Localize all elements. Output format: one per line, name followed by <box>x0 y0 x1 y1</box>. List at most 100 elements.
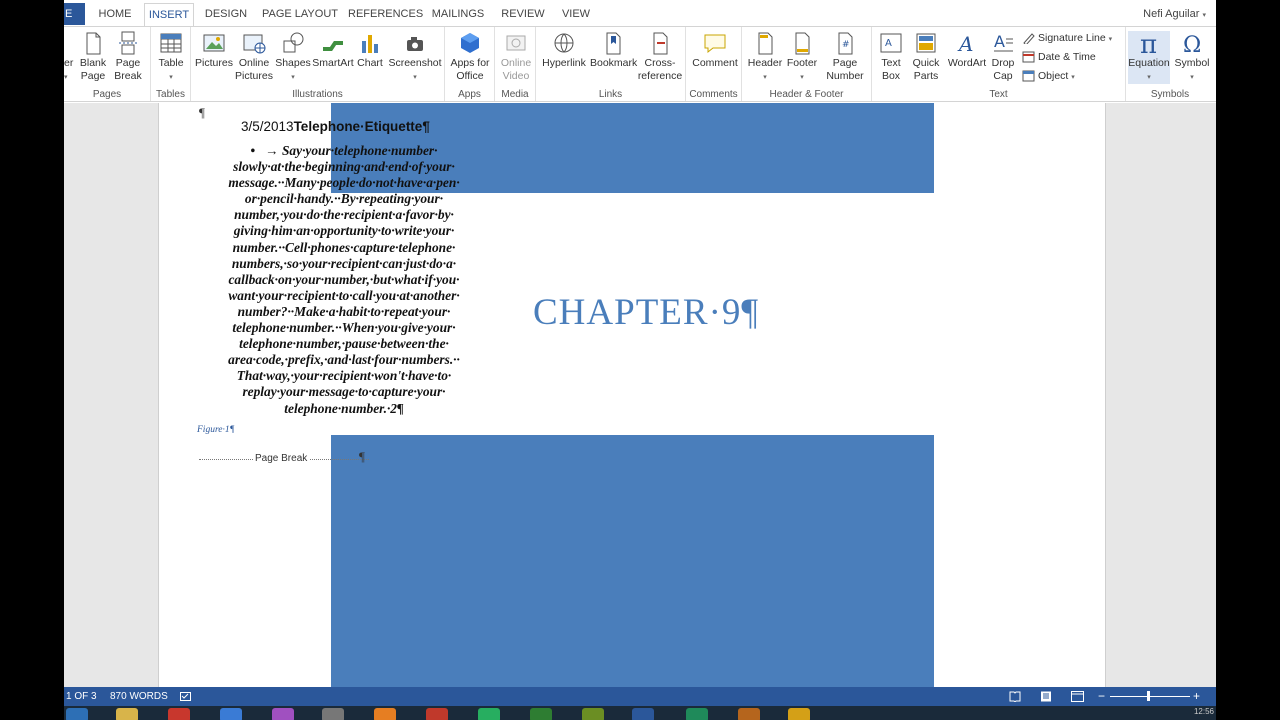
proofing-icon[interactable] <box>180 692 191 701</box>
web-layout-icon[interactable] <box>1071 691 1084 702</box>
read-mode-icon[interactable] <box>1009 691 1021 702</box>
group-label-illustrations: Illustrations <box>292 89 343 100</box>
zoom-slider-thumb[interactable] <box>1147 691 1150 701</box>
group-links: Hyperlink Bookmark Cross- reference Link… <box>536 27 686 101</box>
wordart-button[interactable]: A WordArt <box>946 31 988 70</box>
dreamweaver-taskbar-icon[interactable] <box>530 708 552 720</box>
tab-file[interactable]: E <box>64 3 85 25</box>
bullet-line: number?··Make·a·habit·to·repeat·your· <box>237 303 451 319</box>
blank-page-button[interactable]: Blank Page <box>78 31 108 83</box>
text-box-button[interactable]: A Text Box <box>876 31 906 83</box>
document-page[interactable]: ¶ 3/5/2013Telephone·Etiquette¶ • → Say·y… <box>158 103 1106 687</box>
apps-for-office-icon <box>461 33 479 53</box>
bullet-line: number.··Cell·phones·capture·telephone· <box>232 239 456 255</box>
page-break-marker: Page Break <box>199 453 369 465</box>
object-button[interactable]: Object ▾ <box>1022 67 1075 85</box>
tab-references[interactable]: REFERENCES <box>348 3 423 27</box>
date-time-button[interactable]: Date & Time <box>1022 48 1096 66</box>
app-taskbar-icon[interactable] <box>788 708 810 720</box>
tab-insert[interactable]: INSERT <box>144 3 194 27</box>
tab-design[interactable]: DESIGN <box>202 3 250 27</box>
group-label-symbols: Symbols <box>1150 89 1190 100</box>
word-count[interactable]: 870 WORDS <box>110 687 168 706</box>
tab-home[interactable]: HOME <box>92 3 138 27</box>
app-taskbar-icon[interactable] <box>322 708 344 720</box>
group-symbols: π Equation ▾ Ω Symbol ▾ Symbols <box>1126 27 1214 101</box>
apps-for-office-button[interactable]: Apps for Office <box>448 31 492 83</box>
equation-button[interactable]: π Equation ▾ <box>1128 31 1170 84</box>
app-taskbar-icon[interactable] <box>272 708 294 720</box>
online-video-button[interactable]: Online Video <box>497 31 535 83</box>
header-button[interactable]: Header ▾ <box>746 31 784 84</box>
quick-parts-button[interactable]: Quick Parts <box>908 31 944 83</box>
fireworks-taskbar-icon[interactable] <box>582 708 604 720</box>
status-bar: 1 OF 3 870 WORDS − + <box>64 687 1216 706</box>
page-break-paragraph-mark: ¶ <box>359 449 365 464</box>
user-name[interactable]: Nefi Aguilar ▾ <box>1143 3 1206 27</box>
bullet-line: want·your·recipient·to·call·you·at·anoth… <box>228 287 460 303</box>
tab-review[interactable]: REVIEW <box>496 3 550 27</box>
pictures-button[interactable]: Pictures <box>195 31 233 70</box>
tab-mailings[interactable]: MAILINGS <box>430 3 486 27</box>
zoom-in-icon[interactable]: + <box>1193 687 1200 706</box>
app-taskbar-icon[interactable] <box>220 708 242 720</box>
word-window: E HOME INSERT DESIGN PAGE LAYOUT REFEREN… <box>64 0 1216 706</box>
chart-button[interactable]: Chart <box>355 31 385 70</box>
table-button[interactable]: Table ▾ <box>155 31 187 84</box>
page-break-icon <box>119 31 137 55</box>
footer-button[interactable]: Footer ▾ <box>784 31 820 84</box>
group-text: A Text Box Quick Parts A WordArt A Drop … <box>872 27 1126 101</box>
zoom-out-icon[interactable]: − <box>1098 687 1105 706</box>
figure-caption[interactable]: Figure·1¶ <box>197 425 235 435</box>
captivate-taskbar-icon[interactable] <box>686 708 708 720</box>
online-pictures-button[interactable]: Online Pictures <box>235 31 273 83</box>
word-taskbar-icon[interactable] <box>632 708 654 720</box>
smartart-button[interactable]: SmartArt <box>311 31 355 70</box>
signature-line-button[interactable]: Signature Line ▾ <box>1022 29 1112 47</box>
group-pages: er ▾ Blank Page Page Break Pages <box>64 27 151 101</box>
page-number-button[interactable]: # Page Number <box>822 31 868 83</box>
firefox-taskbar-icon[interactable] <box>374 708 396 720</box>
tab-page-layout[interactable]: PAGE LAYOUT <box>260 3 340 27</box>
bookmark-button[interactable]: Bookmark <box>590 31 637 70</box>
page-break-button[interactable]: Page Break <box>112 31 144 83</box>
screenshot-button[interactable]: Screenshot ▾ <box>387 31 443 84</box>
comment-button[interactable]: Comment <box>689 31 741 70</box>
acrobat-taskbar-icon[interactable] <box>426 708 448 720</box>
explorer-taskbar-icon[interactable] <box>116 708 138 720</box>
screen-border-right <box>1216 0 1280 720</box>
app-taskbar-icon[interactable] <box>478 708 500 720</box>
bullet-line: giving·him·an·opportunity·to·write·your· <box>233 223 455 239</box>
document-heading[interactable]: 3/5/2013Telephone·Etiquette¶ <box>241 119 430 134</box>
zoom-slider-track[interactable] <box>1110 696 1190 697</box>
ie-taskbar-icon[interactable] <box>66 708 88 720</box>
comment-icon <box>704 34 726 54</box>
bullet-paragraph[interactable]: • → Say·your·telephone·number· slowly·at… <box>195 143 493 417</box>
print-layout-icon[interactable] <box>1040 691 1052 702</box>
document-area[interactable]: ¶ 3/5/2013Telephone·Etiquette¶ • → Say·y… <box>64 103 1216 687</box>
bullet-line: message.··Many·people·do·not·have·a·pen· <box>228 175 460 191</box>
symbol-button[interactable]: Ω Symbol ▾ <box>1172 31 1212 84</box>
cover-page-icon <box>65 31 73 55</box>
svg-text:A: A <box>885 38 892 49</box>
group-label-comments: Comments <box>689 89 738 100</box>
chrome-taskbar-icon[interactable] <box>168 708 190 720</box>
drop-cap-button[interactable]: A Drop Cap <box>988 31 1018 83</box>
hyperlink-button[interactable]: Hyperlink <box>540 31 588 70</box>
bookmark-icon <box>606 32 621 55</box>
tab-view[interactable]: VIEW <box>558 3 594 27</box>
taskbar-clock[interactable]: 12:56 <box>1194 707 1214 716</box>
blue-rectangle-shape-bottom[interactable] <box>331 435 934 687</box>
svg-text:A: A <box>994 32 1005 51</box>
date-time-icon <box>1022 51 1035 63</box>
app-taskbar-icon[interactable] <box>738 708 760 720</box>
cover-page-button[interactable]: er ▾ <box>64 31 74 84</box>
shapes-button[interactable]: Shapes ▾ <box>275 31 311 84</box>
header-icon <box>758 32 773 55</box>
bullet-line: slowly·at·the·beginning·and·end·of·your· <box>233 159 455 175</box>
cross-reference-button[interactable]: Cross- reference <box>636 31 684 83</box>
bullet-line: area·code,·prefix,·and·last·four·numbers… <box>228 352 460 368</box>
page-count[interactable]: 1 OF 3 <box>66 687 97 706</box>
bullet-line: Say·your·telephone·number· <box>281 143 438 158</box>
chapter-heading[interactable]: CHAPTER·9¶ <box>533 291 759 334</box>
